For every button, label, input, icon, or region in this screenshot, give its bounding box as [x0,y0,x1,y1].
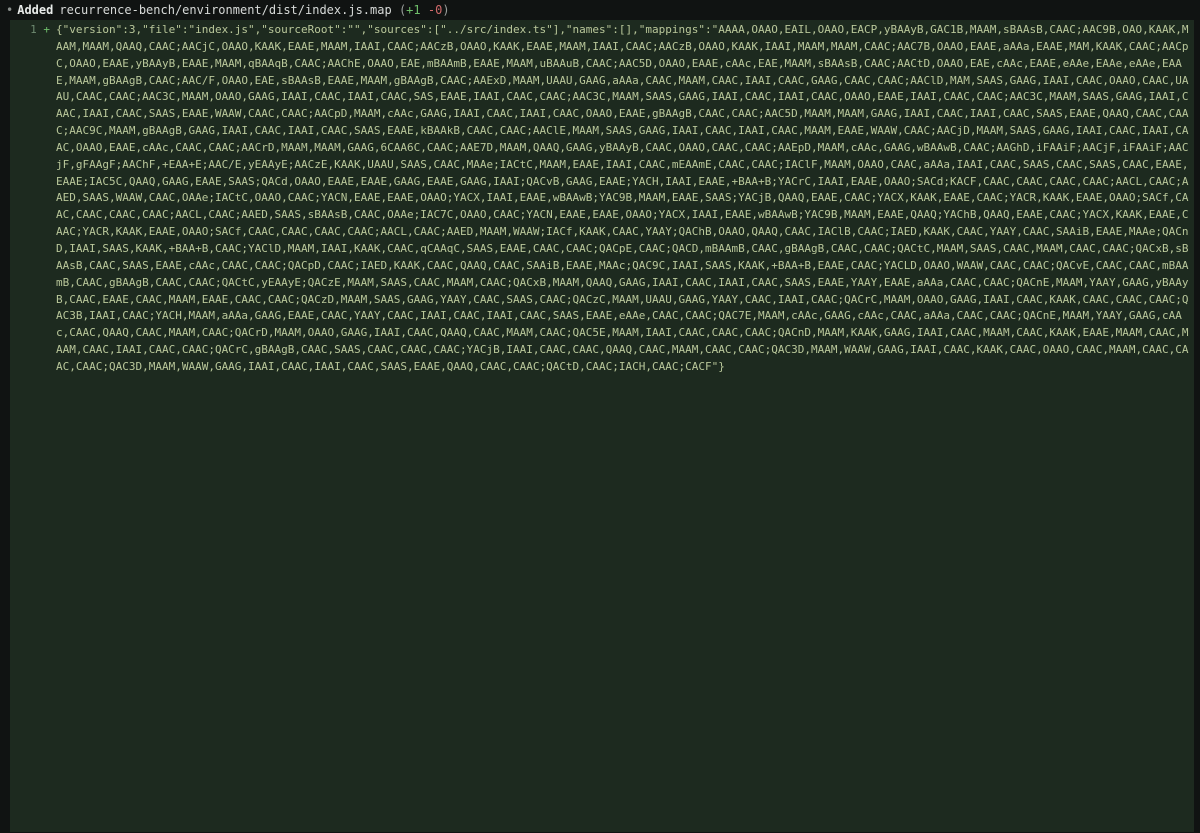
added-sign: + [43,23,50,36]
change-type-label: Added [17,3,54,17]
line-number: 1 [30,23,37,36]
diff-file-header[interactable]: • Added recurrence-bench/environment/dist/… [0,0,1200,20]
added-diff-line: 1 + {"version":3,"file":"index.js","sour… [10,20,1194,832]
collapse-indicator-icon[interactable]: • [6,3,13,17]
file-path: recurrence-bench/environment/dist/index.… [59,3,392,17]
line-gutter: 1 + [10,20,52,39]
diff-stats: (+1 -0) [398,3,450,17]
removed-count: -0 [427,3,443,17]
added-count: +1 [406,3,421,17]
line-content: {"version":3,"file":"index.js","sourceRo… [56,23,1189,373]
